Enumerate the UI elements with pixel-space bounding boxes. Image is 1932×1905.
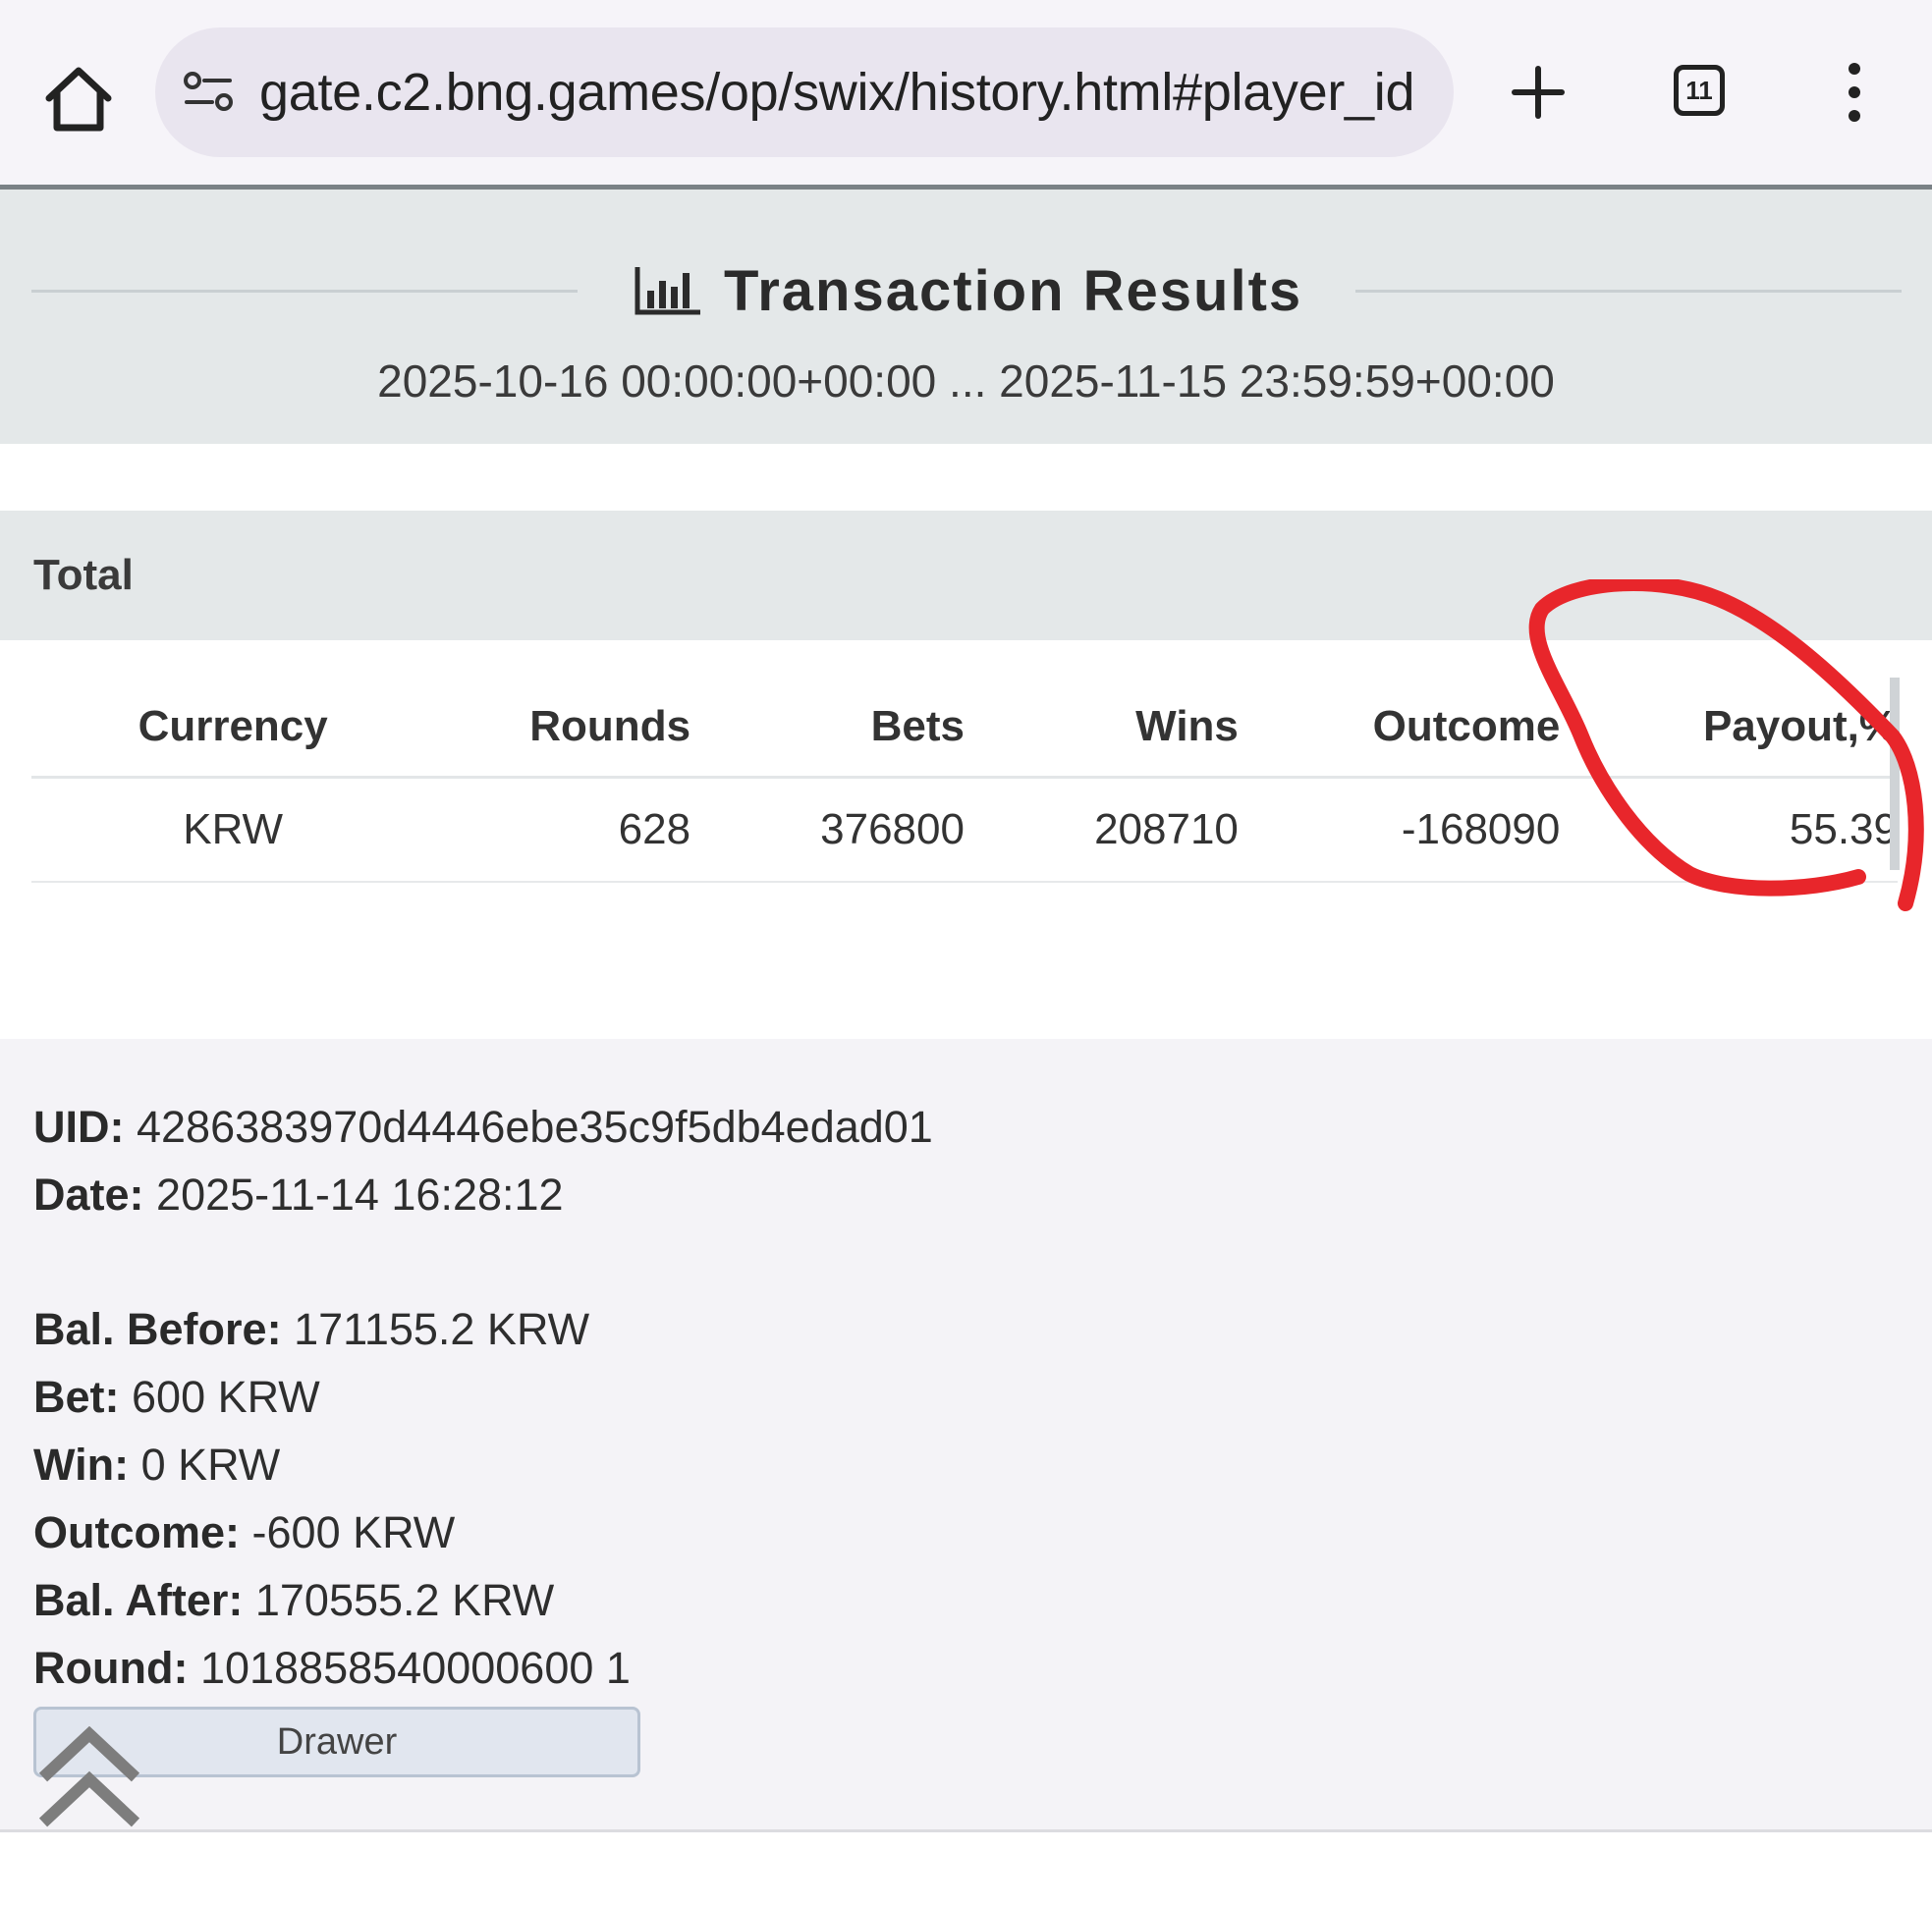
round-value: 1018858540000600 1: [199, 1643, 631, 1693]
cell-currency: KRW: [31, 777, 435, 883]
table-scrollbar[interactable]: [1890, 678, 1900, 870]
title-divider-left: [31, 290, 578, 293]
page-title: Transaction Results: [724, 258, 1303, 323]
bal-before-line: Bal. Before: 171155.2 KRW: [33, 1304, 589, 1355]
bal-after-label: Bal. After:: [33, 1575, 244, 1625]
site-settings-icon: [184, 72, 233, 111]
outcome-label: Outcome:: [33, 1507, 241, 1557]
table-row: KRW 628 376800 208710 -168090 55.39: [31, 777, 1898, 883]
date-label: Date:: [33, 1170, 144, 1220]
browser-toolbar: gate.c2.bng.games/op/swix/history.html#p…: [0, 0, 1932, 185]
new-tab-button[interactable]: [1511, 65, 1566, 120]
plus-icon: [1512, 66, 1565, 119]
home-icon: [45, 67, 112, 132]
table-header-row: Currency Rounds Bets Wins Outcome Payout…: [31, 678, 1898, 779]
totals-table: Currency Rounds Bets Wins Outcome Payout…: [31, 678, 1898, 883]
column-header-rounds: Rounds: [434, 678, 691, 779]
bet-line: Bet: 600 KRW: [33, 1372, 320, 1423]
bal-before-value: 171155.2 KRW: [294, 1304, 590, 1354]
date-line: Date: 2025-11-14 16:28:12: [33, 1170, 564, 1221]
uid-value: 4286383970d4446ebe35c9f5db4edad01: [137, 1102, 933, 1152]
address-bar[interactable]: gate.c2.bng.games/op/swix/history.html#p…: [155, 27, 1454, 157]
column-header-wins: Wins: [964, 678, 1239, 779]
bal-before-label: Bal. Before:: [33, 1304, 282, 1354]
tab-count: 11: [1685, 76, 1713, 105]
column-header-bets: Bets: [690, 678, 965, 779]
tab-switcher-button[interactable]: 11: [1674, 65, 1725, 116]
total-label: Total: [33, 551, 134, 599]
transaction-detail: UID: 4286383970d4446ebe35c9f5db4edad01 D…: [0, 1039, 1932, 1832]
cell-outcome: -168090: [1238, 777, 1561, 883]
win-label: Win:: [33, 1440, 130, 1490]
cell-wins: 208710: [964, 777, 1239, 883]
cell-rounds: 628: [434, 777, 691, 883]
double-chevron-up-icon: [38, 1725, 140, 1827]
date-range: 2025-10-16 00:00:00+00:00 ... 2025-11-15…: [377, 355, 1555, 407]
bal-after-value: 170555.2 KRW: [254, 1575, 555, 1625]
bal-after-line: Bal. After: 170555.2 KRW: [33, 1575, 554, 1626]
results-header: Transaction Results 2025-10-16 00:00:00+…: [0, 185, 1932, 444]
outcome-value: -600 KRW: [251, 1507, 456, 1557]
uid-line: UID: 4286383970d4446ebe35c9f5db4edad01: [33, 1102, 933, 1153]
title-divider-right: [1355, 290, 1902, 293]
column-header-currency: Currency: [31, 678, 435, 779]
bet-label: Bet:: [33, 1372, 120, 1422]
win-value: 0 KRW: [140, 1440, 281, 1490]
total-section-header: Total: [0, 511, 1932, 640]
outcome-line: Outcome: -600 KRW: [33, 1507, 455, 1558]
column-header-outcome: Outcome: [1238, 678, 1561, 779]
date-value: 2025-11-14 16:28:12: [156, 1170, 564, 1220]
bottom-content-edge: [0, 1832, 1932, 1905]
uid-label: UID:: [33, 1102, 125, 1152]
round-line: Round: 1018858540000600 1: [33, 1643, 631, 1694]
round-label: Round:: [33, 1643, 189, 1693]
cell-bets: 376800: [690, 777, 965, 883]
bar-chart-icon: [635, 267, 700, 315]
scroll-to-top-button[interactable]: [35, 1725, 143, 1832]
cell-payout: 55.39: [1560, 777, 1898, 883]
home-button[interactable]: [39, 59, 118, 137]
win-line: Win: 0 KRW: [33, 1440, 280, 1491]
url-text[interactable]: gate.c2.bng.games/op/swix/history.html#p…: [259, 27, 1438, 157]
more-vert-icon: [1849, 63, 1860, 122]
browser-menu-button[interactable]: [1837, 61, 1872, 124]
site-settings-button[interactable]: [181, 69, 236, 116]
column-header-payout: Payout,%: [1560, 678, 1898, 779]
title-wrap: Transaction Results: [634, 256, 1302, 325]
bet-value: 600 KRW: [132, 1372, 320, 1422]
